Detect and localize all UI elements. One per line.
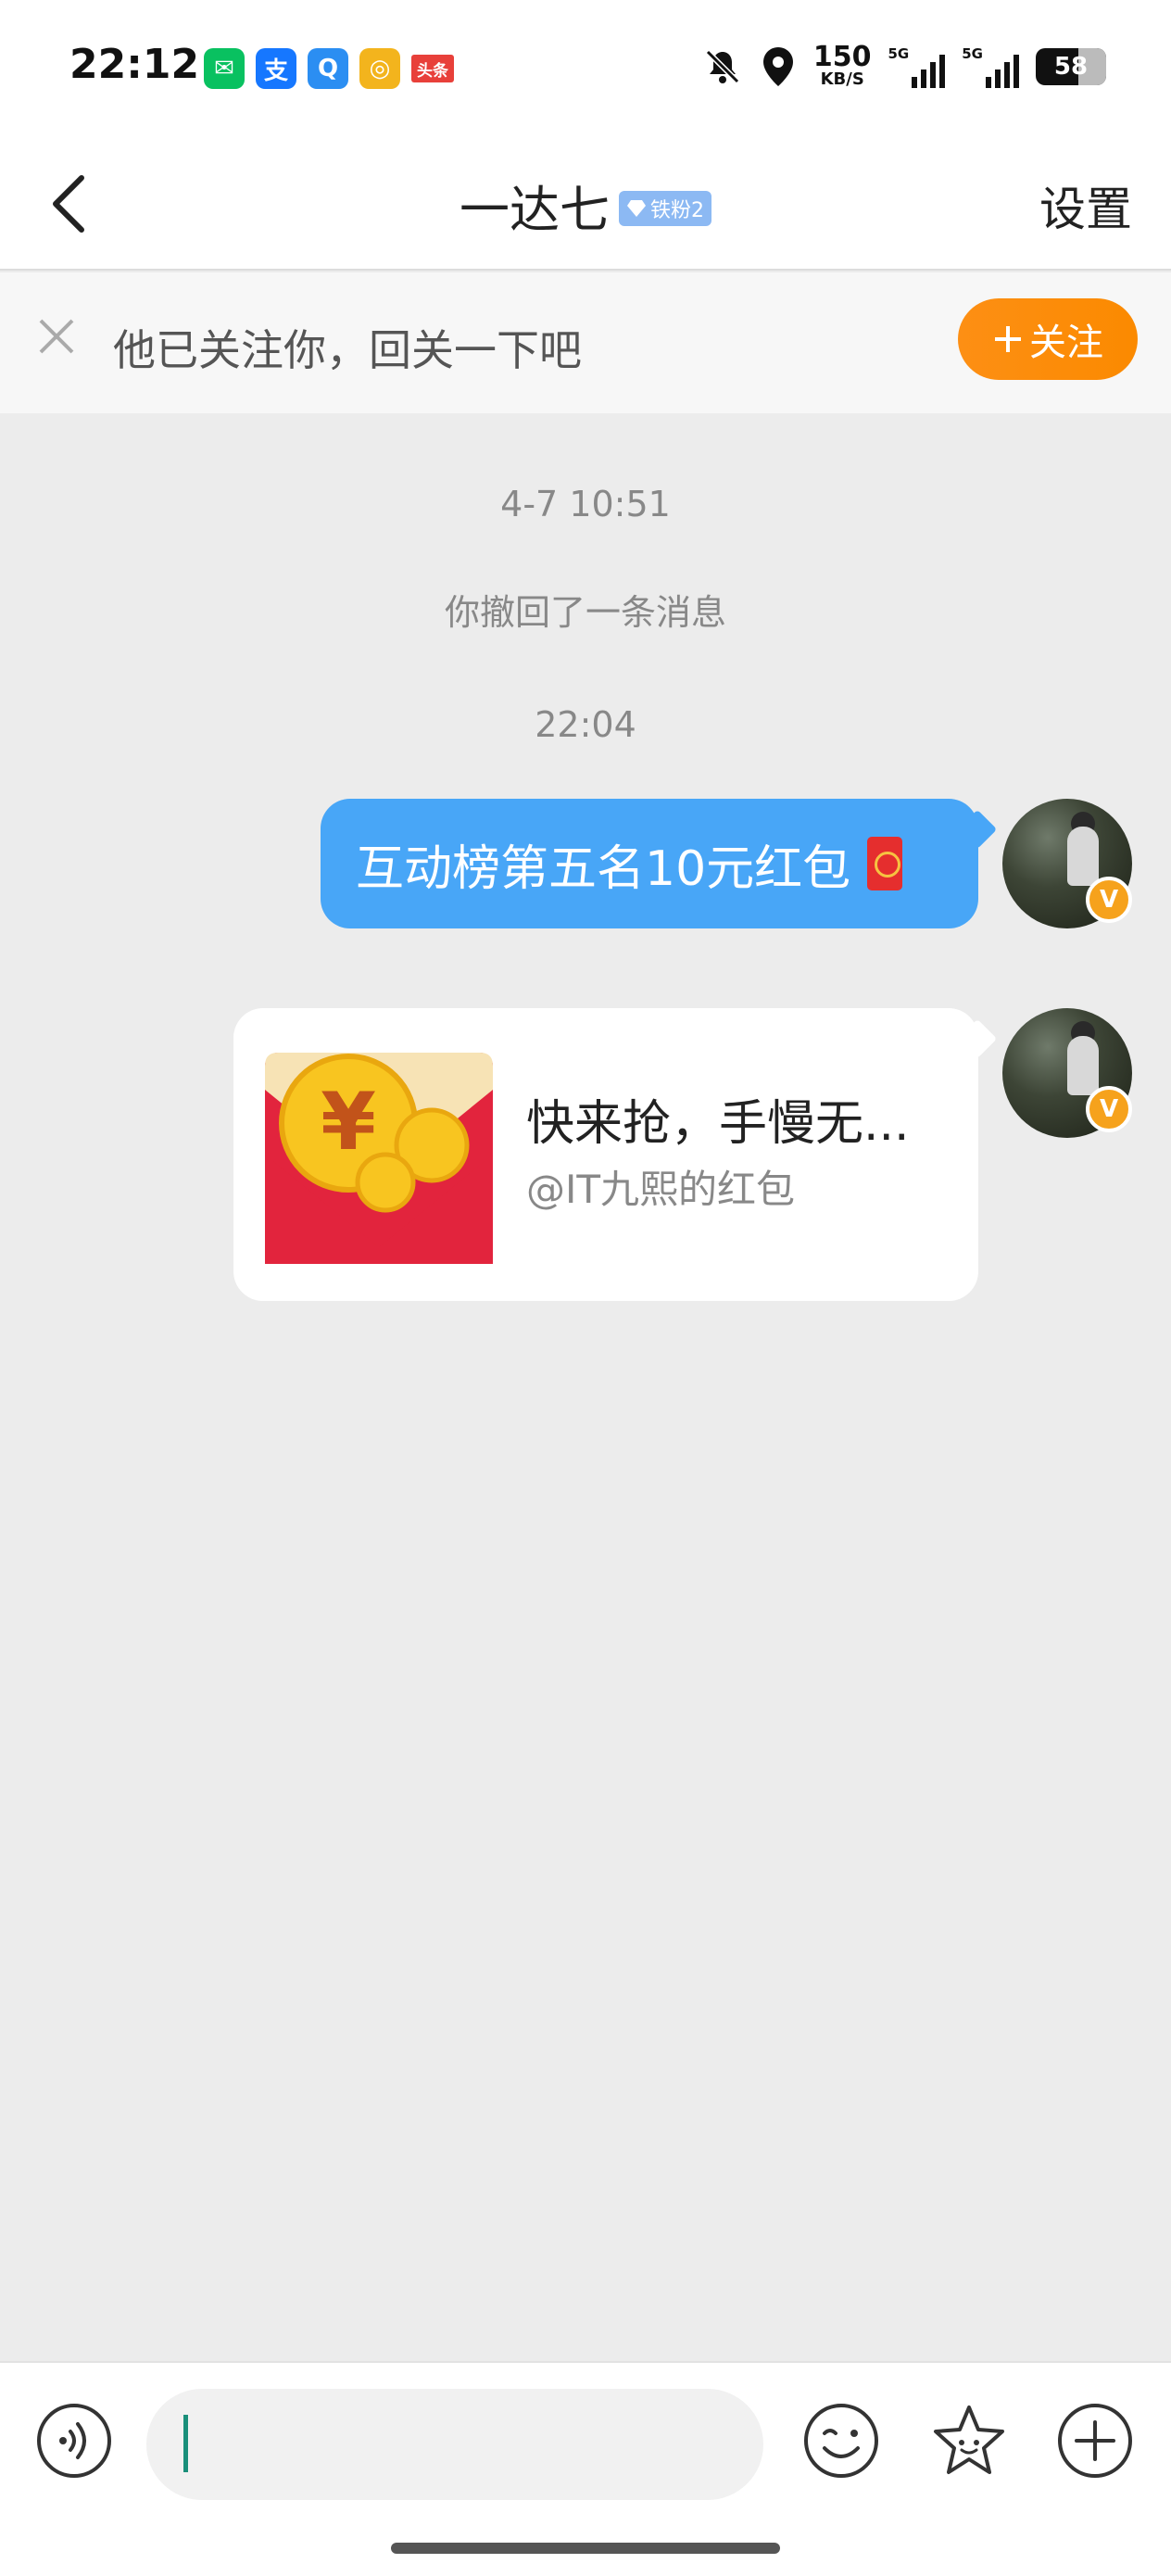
red-packet-message-card[interactable]: ¥ 快来抢，手慢无... @IT九熙的红包 <box>233 1008 998 1301</box>
home-indicator[interactable] <box>391 2543 780 2554</box>
signal-bars-icon <box>912 55 946 88</box>
sticker-star-icon[interactable] <box>930 2402 1008 2480</box>
battery-icon: 58 <box>1036 48 1106 85</box>
sent-message-bubble[interactable]: 互动榜第五名10元红包 <box>321 799 998 928</box>
avatar[interactable]: V <box>1002 1008 1132 1138</box>
network-speed: 150 KB/S <box>812 41 872 89</box>
notification-app-icons: ✉ 支 Q ◎ 头条 <box>204 48 454 89</box>
verified-badge-icon: V <box>1086 1086 1132 1132</box>
status-bar: 22:12 ✉ 支 Q ◎ 头条 150 KB/S 5G 5G 58 <box>0 0 1171 139</box>
text-caret <box>183 2415 188 2472</box>
recall-notice: 你撤回了一条消息 <box>444 592 726 633</box>
chat-title: 一达七 <box>460 181 610 239</box>
message-text: 互动榜第五名10元红包 <box>356 840 851 897</box>
status-time: 22:12 <box>69 41 200 88</box>
red-packet-sender: @IT九熙的红包 <box>526 1167 796 1212</box>
chat-title-area[interactable]: 一达七 铁粉2 <box>0 169 1171 242</box>
add-more-icon[interactable] <box>1056 2402 1134 2480</box>
message-timestamp: 22:04 <box>535 704 636 745</box>
signal-sim2: 5G <box>962 45 1019 88</box>
status-indicators: 150 KB/S 5G 5G 58 <box>702 44 1106 89</box>
close-icon[interactable] <box>33 313 80 360</box>
diamond-icon <box>627 199 646 217</box>
svg-text:¥: ¥ <box>321 1076 376 1168</box>
alipay-icon: 支 <box>256 48 296 89</box>
fan-level-badge: 铁粉2 <box>619 190 711 226</box>
red-packet-title: 快来抢，手慢无... <box>526 1096 910 1152</box>
signal-sim1: 5G <box>888 45 946 88</box>
message-timestamp: 4-7 10:51 <box>500 484 671 524</box>
signal-bars-icon <box>986 55 1019 88</box>
red-packet-icon: ¥ <box>265 1053 493 1264</box>
follow-back-prompt: 他已关注你，回关一下吧 <box>113 325 582 375</box>
qq-browser-icon: Q <box>308 48 348 89</box>
settings-button[interactable]: 设置 <box>1039 172 1132 239</box>
wechat-icon: ✉ <box>204 48 245 89</box>
avatar[interactable]: V <box>1002 799 1132 928</box>
message-input[interactable] <box>146 2389 763 2500</box>
location-icon <box>762 47 793 86</box>
follow-back-banner: 他已关注你，回关一下吧 关注 <box>0 272 1171 413</box>
message-input-bar <box>0 2361 1171 2576</box>
follow-button[interactable]: 关注 <box>958 298 1138 380</box>
red-envelope-emoji-icon <box>867 837 903 890</box>
chat-header: 一达七 铁粉2 设置 <box>0 139 1171 271</box>
emoji-icon[interactable] <box>802 2402 880 2480</box>
verified-badge-icon: V <box>1086 877 1132 923</box>
mute-bell-icon <box>705 49 739 84</box>
weibo-icon: ◎ <box>359 48 400 89</box>
plus-icon <box>995 326 1021 352</box>
voice-input-icon[interactable] <box>35 2402 113 2480</box>
toutiao-icon: 头条 <box>411 55 454 82</box>
